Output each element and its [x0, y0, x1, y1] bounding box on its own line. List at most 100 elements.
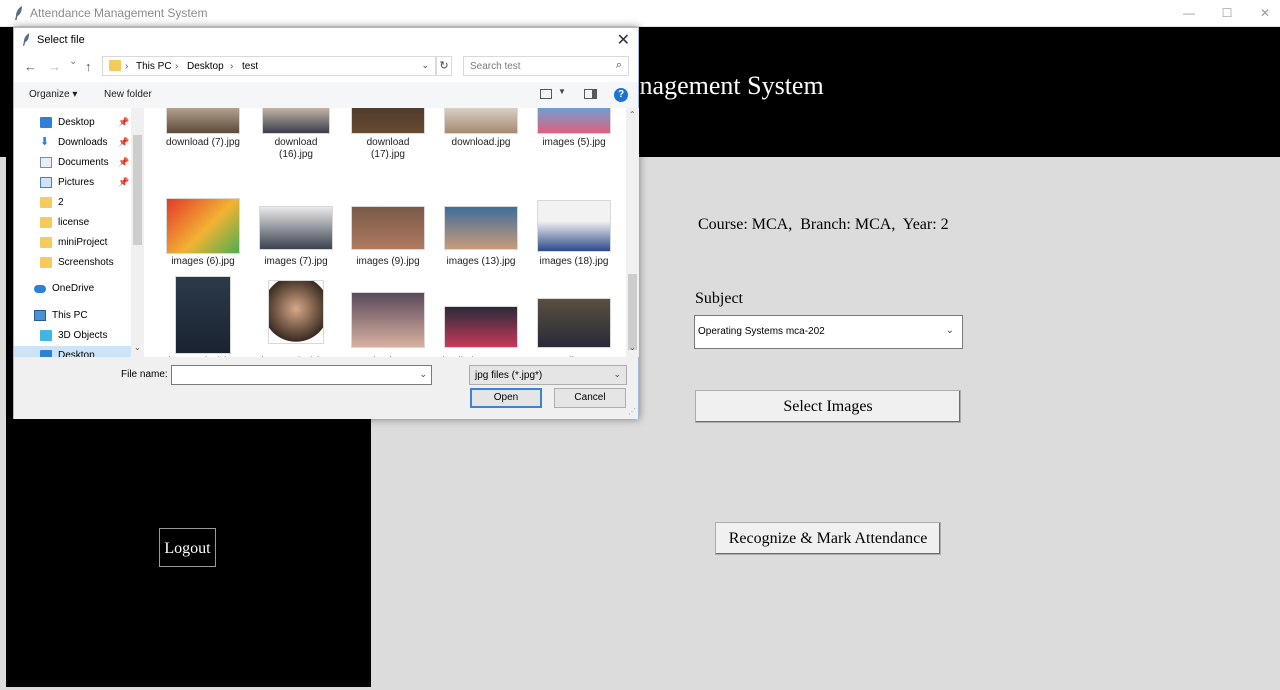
forward-arrow-icon[interactable]: → — [48, 59, 61, 74]
file-item[interactable]: pm-modi_155254 3796.jpg — [535, 276, 619, 357]
open-button[interactable]: Open — [470, 388, 542, 408]
file-item[interactable]: images (6).jpg — [166, 198, 248, 280]
breadcrumb-separator: › — [125, 61, 129, 72]
file-name-input[interactable]: ⌄ — [171, 365, 432, 385]
nav-item-this-pc[interactable]: This PC — [14, 306, 132, 326]
recent-locations-icon[interactable]: ⌄ — [69, 56, 77, 67]
nav-item-2[interactable]: 2 — [14, 193, 132, 213]
nav-item-label: Screenshots — [58, 257, 114, 268]
file-name: download (7).jpg — [166, 137, 240, 148]
logout-button[interactable]: Logout — [159, 528, 216, 567]
cube-icon — [40, 330, 52, 341]
main-title-bar: Attendance Management System — ☐ ✕ — [0, 0, 1280, 27]
nav-item-screenshots[interactable]: Screenshots — [14, 253, 132, 273]
cloud-icon — [34, 285, 46, 293]
file-item[interactable]: images (13).jpg — [444, 198, 526, 280]
minimize-button[interactable]: — — [1169, 0, 1209, 26]
chevron-down-icon[interactable]: ▼ — [558, 87, 566, 96]
file-item[interactable]: images (42).jpg — [259, 276, 341, 357]
breadcrumb-desktop[interactable]: Desktop — [187, 61, 224, 72]
resize-grip-icon[interactable]: ⋰ — [628, 407, 636, 416]
file-thumbnail — [166, 198, 240, 254]
scroll-up-arrow-icon[interactable]: ⌃ — [629, 110, 636, 119]
file-type-select[interactable]: jpg files (*.jpg*) ⌄ — [469, 365, 627, 385]
file-item[interactable]: download (16).jpg — [259, 108, 341, 188]
chevron-down-icon[interactable]: ⌄ — [419, 369, 427, 380]
nav-item-desktop[interactable]: Desktop — [14, 346, 132, 357]
close-window-button[interactable]: ✕ — [1245, 0, 1280, 26]
up-arrow-icon[interactable]: ↑ — [85, 59, 92, 74]
nav-item-label: Pictures — [58, 177, 95, 188]
file-dialog: Select file ✕ ← → ⌄ ↑ › This PC › Deskto… — [13, 27, 639, 419]
scroll-down-arrow-icon[interactable]: ⌄ — [134, 343, 141, 352]
nav-item-3d-objects[interactable]: 3D Objects — [14, 326, 132, 346]
file-thumbnail — [537, 298, 611, 348]
dialog-title: Select file — [37, 34, 85, 46]
nav-item-miniproject[interactable]: miniProject — [14, 233, 132, 253]
address-bar[interactable]: › This PC › Desktop › test ⌄ — [102, 56, 436, 76]
chevron-down-icon[interactable]: ⌄ — [421, 60, 429, 71]
file-item[interactable]: jpg.jpg — [351, 276, 433, 357]
maximize-button[interactable]: ☐ — [1207, 0, 1247, 26]
folder-icon — [40, 237, 52, 248]
navigation-pane: Desktop 📌 ⬇ Downloads 📌 Documents 📌 Pictures 📌 2 l… — [14, 108, 144, 357]
preview-pane-icon[interactable] — [584, 89, 597, 99]
file-type-value: jpg files (*.jpg*) — [475, 370, 543, 381]
breadcrumb-separator: › — [230, 61, 234, 72]
dialog-title-bar: Select file ✕ — [14, 28, 638, 52]
nav-item-downloads[interactable]: ⬇ Downloads 📌 — [14, 133, 132, 153]
help-icon[interactable]: ? — [614, 88, 628, 102]
file-name: images (18).jpg — [539, 256, 609, 267]
file-item[interactable]: download.jpg — [444, 108, 526, 188]
pin-icon: 📌 — [118, 157, 130, 167]
breadcrumb-separator: › — [175, 61, 179, 72]
nav-item-label: Documents — [58, 157, 109, 168]
search-icon: ⌕ — [615, 59, 622, 71]
file-item[interactable]: images (5).jpg — [537, 108, 619, 188]
recognize-mark-attendance-button[interactable]: Recognize & Mark Attendance — [715, 522, 941, 555]
refresh-button[interactable]: ↻ — [436, 56, 452, 76]
view-options-icon[interactable] — [540, 89, 552, 99]
file-item[interactable]: kapil-sharma-120 0-2.jpg — [442, 276, 526, 357]
nav-item-license[interactable]: license — [14, 213, 132, 233]
breadcrumb-test[interactable]: test — [242, 61, 258, 72]
nav-item-desktop[interactable]: Desktop 📌 — [14, 113, 132, 133]
file-thumbnail — [537, 200, 611, 252]
nav-item-pictures[interactable]: Pictures 📌 — [14, 173, 132, 193]
file-item[interactable]: images (9).jpg — [351, 198, 433, 280]
select-images-button[interactable]: Select Images — [695, 390, 961, 423]
nav-item-label: Desktop — [58, 117, 95, 128]
file-item[interactable]: images (18).jpg — [537, 198, 619, 280]
pin-icon: 📌 — [118, 117, 130, 127]
file-pane-scrollbar[interactable]: ⌃ ⌄ — [626, 108, 639, 357]
back-arrow-icon[interactable]: ← — [24, 59, 37, 74]
subject-select[interactable]: Operating Systems mca-202 ⌄ — [694, 315, 963, 349]
organize-button[interactable]: Organize ▾ — [29, 89, 77, 100]
file-thumbnail — [259, 206, 333, 250]
cancel-button[interactable]: Cancel — [554, 388, 626, 408]
nav-item-onedrive[interactable]: OneDrive — [14, 279, 132, 299]
file-item[interactable]: images (41).jpg — [166, 276, 248, 357]
dialog-close-button[interactable]: ✕ — [617, 30, 630, 50]
scroll-down-arrow-icon[interactable]: ⌄ — [629, 343, 636, 352]
file-item[interactable]: download (7).jpg — [166, 108, 248, 188]
file-thumbnail — [351, 206, 425, 250]
file-name: images (6).jpg — [171, 256, 235, 267]
file-name: download (17).jpg — [366, 137, 410, 160]
breadcrumb-this-pc[interactable]: This PC — [136, 61, 172, 72]
search-input[interactable]: Search test ⌕ — [463, 56, 629, 76]
scrollbar-thumb[interactable] — [133, 135, 142, 245]
file-thumbnail — [268, 280, 324, 344]
file-item[interactable]: download (17).jpg — [351, 108, 433, 188]
window-title: Attendance Management System — [30, 6, 208, 20]
nav-item-documents[interactable]: Documents 📌 — [14, 153, 132, 173]
course-info: Course: MCA, Branch: MCA, Year: 2 — [698, 216, 949, 233]
scrollbar-thumb[interactable] — [628, 274, 637, 350]
folder-icon — [109, 60, 121, 71]
file-thumbnail — [444, 108, 518, 134]
nav-pane-scrollbar[interactable]: ⌄ — [131, 108, 144, 357]
search-placeholder: Search test — [470, 61, 521, 72]
downloads-icon: ⬇ — [40, 136, 50, 148]
new-folder-button[interactable]: New folder — [104, 89, 152, 100]
file-item[interactable]: images (7).jpg — [259, 198, 341, 280]
